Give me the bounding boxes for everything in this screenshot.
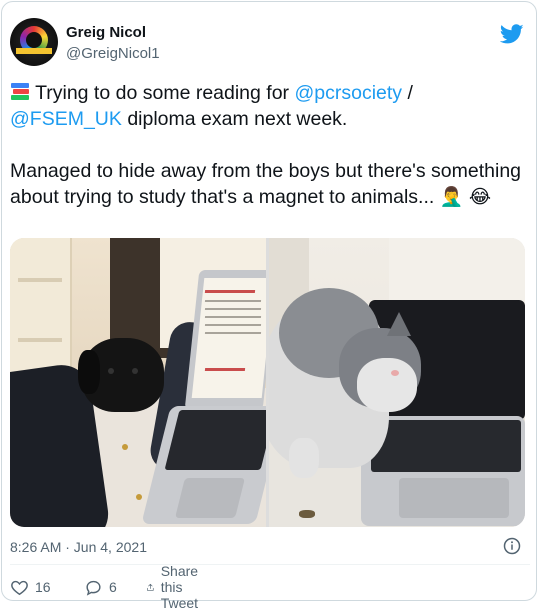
tweet-paragraph-2: Managed to hide away from the boys but t… xyxy=(10,158,525,211)
tweet-paragraph-1: Trying to do some reading for @pcrsociet… xyxy=(10,80,525,132)
like-button[interactable]: 16 xyxy=(10,577,51,597)
tweet-line2-suffix: diploma exam next week. xyxy=(121,108,348,130)
reply-button[interactable]: 6 xyxy=(84,577,117,597)
tweet-header: Greig Nicol @GreigNicol1 xyxy=(10,18,530,68)
tweet-media xyxy=(10,238,525,527)
facepalm-emoji-icon: 🤦‍♂️ xyxy=(439,187,464,208)
tweet-line1-prefix: Trying to do some reading for xyxy=(30,82,295,104)
avatar-logo-band xyxy=(16,48,52,54)
display-name[interactable]: Greig Nicol xyxy=(66,24,146,41)
reply-count: 6 xyxy=(109,579,117,595)
tweet-timestamp[interactable]: 8:26 AM · Jun 4, 2021 xyxy=(10,539,147,555)
heart-icon xyxy=(11,580,28,595)
laughing-emoji-icon: 😂 xyxy=(468,187,492,208)
share-label: Share this Tweet xyxy=(160,563,199,611)
info-icon[interactable] xyxy=(503,537,521,555)
tweet-line1-suffix: / xyxy=(402,82,413,104)
footer-divider xyxy=(10,564,530,565)
speech-bubble-icon xyxy=(86,580,101,596)
books-emoji-icon xyxy=(10,83,30,101)
share-upload-icon xyxy=(147,583,154,591)
user-handle[interactable]: @GreigNicol1 xyxy=(66,45,160,62)
like-count: 16 xyxy=(35,579,51,595)
mention-pcrsociety-link[interactable]: @pcrsociety xyxy=(294,82,402,104)
mention-fsem-link[interactable]: @FSEM_UK xyxy=(10,108,122,130)
tweet-text: Trying to do some reading for @pcrsociet… xyxy=(10,80,525,211)
avatar-logo-core xyxy=(26,32,42,48)
twitter-bird-icon[interactable] xyxy=(500,22,524,46)
tweet-card: Greig Nicol @GreigNicol1 Trying to do so… xyxy=(1,1,537,611)
avatar[interactable] xyxy=(10,18,58,66)
photo-cat-laptop[interactable] xyxy=(269,238,525,527)
photo-dog-laptop[interactable] xyxy=(10,238,266,527)
share-button[interactable]: Share this Tweet xyxy=(146,563,208,611)
